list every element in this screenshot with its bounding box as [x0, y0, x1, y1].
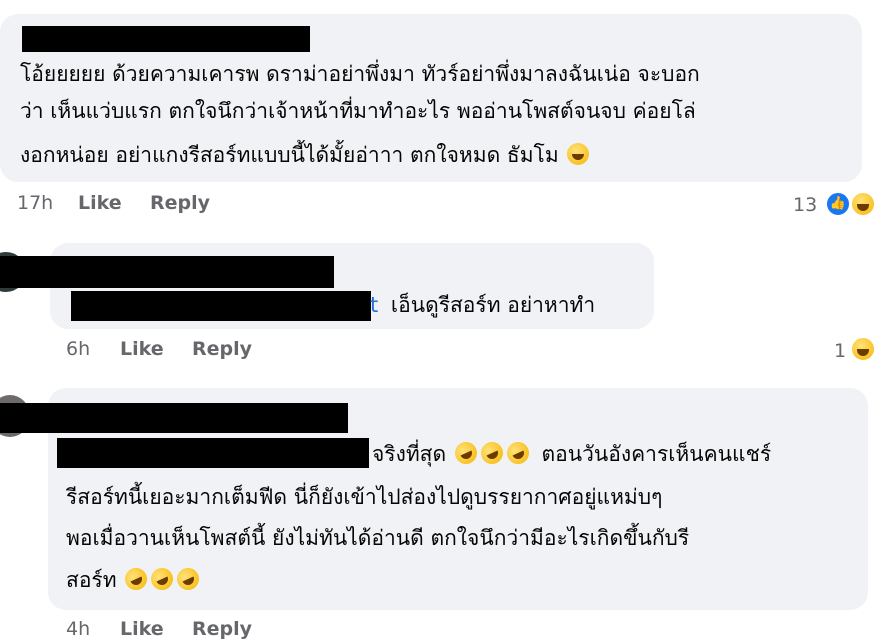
timestamp: 17h: [17, 192, 54, 214]
haha-icon[interactable]: [850, 336, 876, 362]
comment-meta-1: 17h Like Reply: [0, 192, 886, 218]
like-button[interactable]: Like: [120, 618, 164, 640]
comment-text-line: t เอ็นดูรีสอร์ท อย่าหาทำ: [70, 287, 595, 324]
comment-text-line: โอ้ยยยยย ด้วยความเคารพ ดราม่าอย่าพึ่งมา …: [20, 62, 700, 86]
comment-text-line: ว่า เห็นแว่บแรก ตกใจนึกว่าเจ้าหน้าที่มาท…: [20, 99, 696, 123]
rofl-emoji-icon: [477, 438, 507, 468]
like-button[interactable]: Like: [120, 338, 164, 360]
redacted-author-name: [0, 403, 348, 433]
redacted-mention: [57, 438, 369, 468]
comment-text-segment: จริงที่สุด: [372, 442, 447, 466]
sweat-smile-emoji-icon: [567, 143, 590, 165]
reply-button[interactable]: Reply: [192, 618, 252, 640]
rofl-emoji-icon: [451, 438, 481, 468]
comment-text-segment: เอ็นดูรีสอร์ท อย่าหาทำ: [390, 293, 596, 317]
haha-icon[interactable]: [850, 191, 876, 217]
rofl-emoji-icon: [121, 564, 151, 594]
comment-text-line: งอกหน่อย อย่าแกงรีสอร์ทแบบนี้ได้มั้ยอ่าา…: [20, 137, 591, 174]
comment-text-segment: สอร์ท: [66, 568, 117, 592]
redacted-author-name: [22, 26, 310, 52]
timestamp: 4h: [66, 618, 91, 640]
redacted-author-name: [0, 256, 334, 288]
reaction-count[interactable]: 13: [793, 194, 817, 216]
comment-meta-3: 4h Like Reply: [0, 618, 886, 640]
comment-text-line: พอเมื่อวานเห็นโพสต์นี้ ยังไม่ทันได้อ่านด…: [66, 526, 690, 550]
reply-button[interactable]: Reply: [192, 338, 252, 360]
reaction-count[interactable]: 1: [834, 340, 846, 362]
comment-text-segment: ตอนวันอังคารเห็นคนแชร์: [541, 442, 772, 466]
comment-text-segment: งอกหน่อย อย่าแกงรีสอร์ทแบบนี้ได้มั้ยอ่าา…: [20, 143, 559, 167]
timestamp: 6h: [66, 338, 91, 360]
comment-text-line: สอร์ท: [66, 562, 203, 599]
rofl-emoji-icon: [173, 564, 203, 594]
like-button[interactable]: Like: [78, 192, 122, 214]
rofl-emoji-icon: [147, 564, 177, 594]
mention-link[interactable]: t: [370, 293, 378, 317]
comment-text-line: จริงที่สุด ตอนวันอังคารเห็นคนแชร์: [372, 436, 771, 473]
comment-text-line: รีสอร์ทนี้เยอะมากเต็มฟีด นี่ก็ยังเข้าไปส…: [66, 485, 663, 509]
comment-meta-2: 6h Like Reply: [0, 338, 886, 364]
rofl-emoji-icon: [503, 438, 533, 468]
reply-button[interactable]: Reply: [150, 192, 210, 214]
like-icon[interactable]: 👍: [825, 191, 851, 217]
